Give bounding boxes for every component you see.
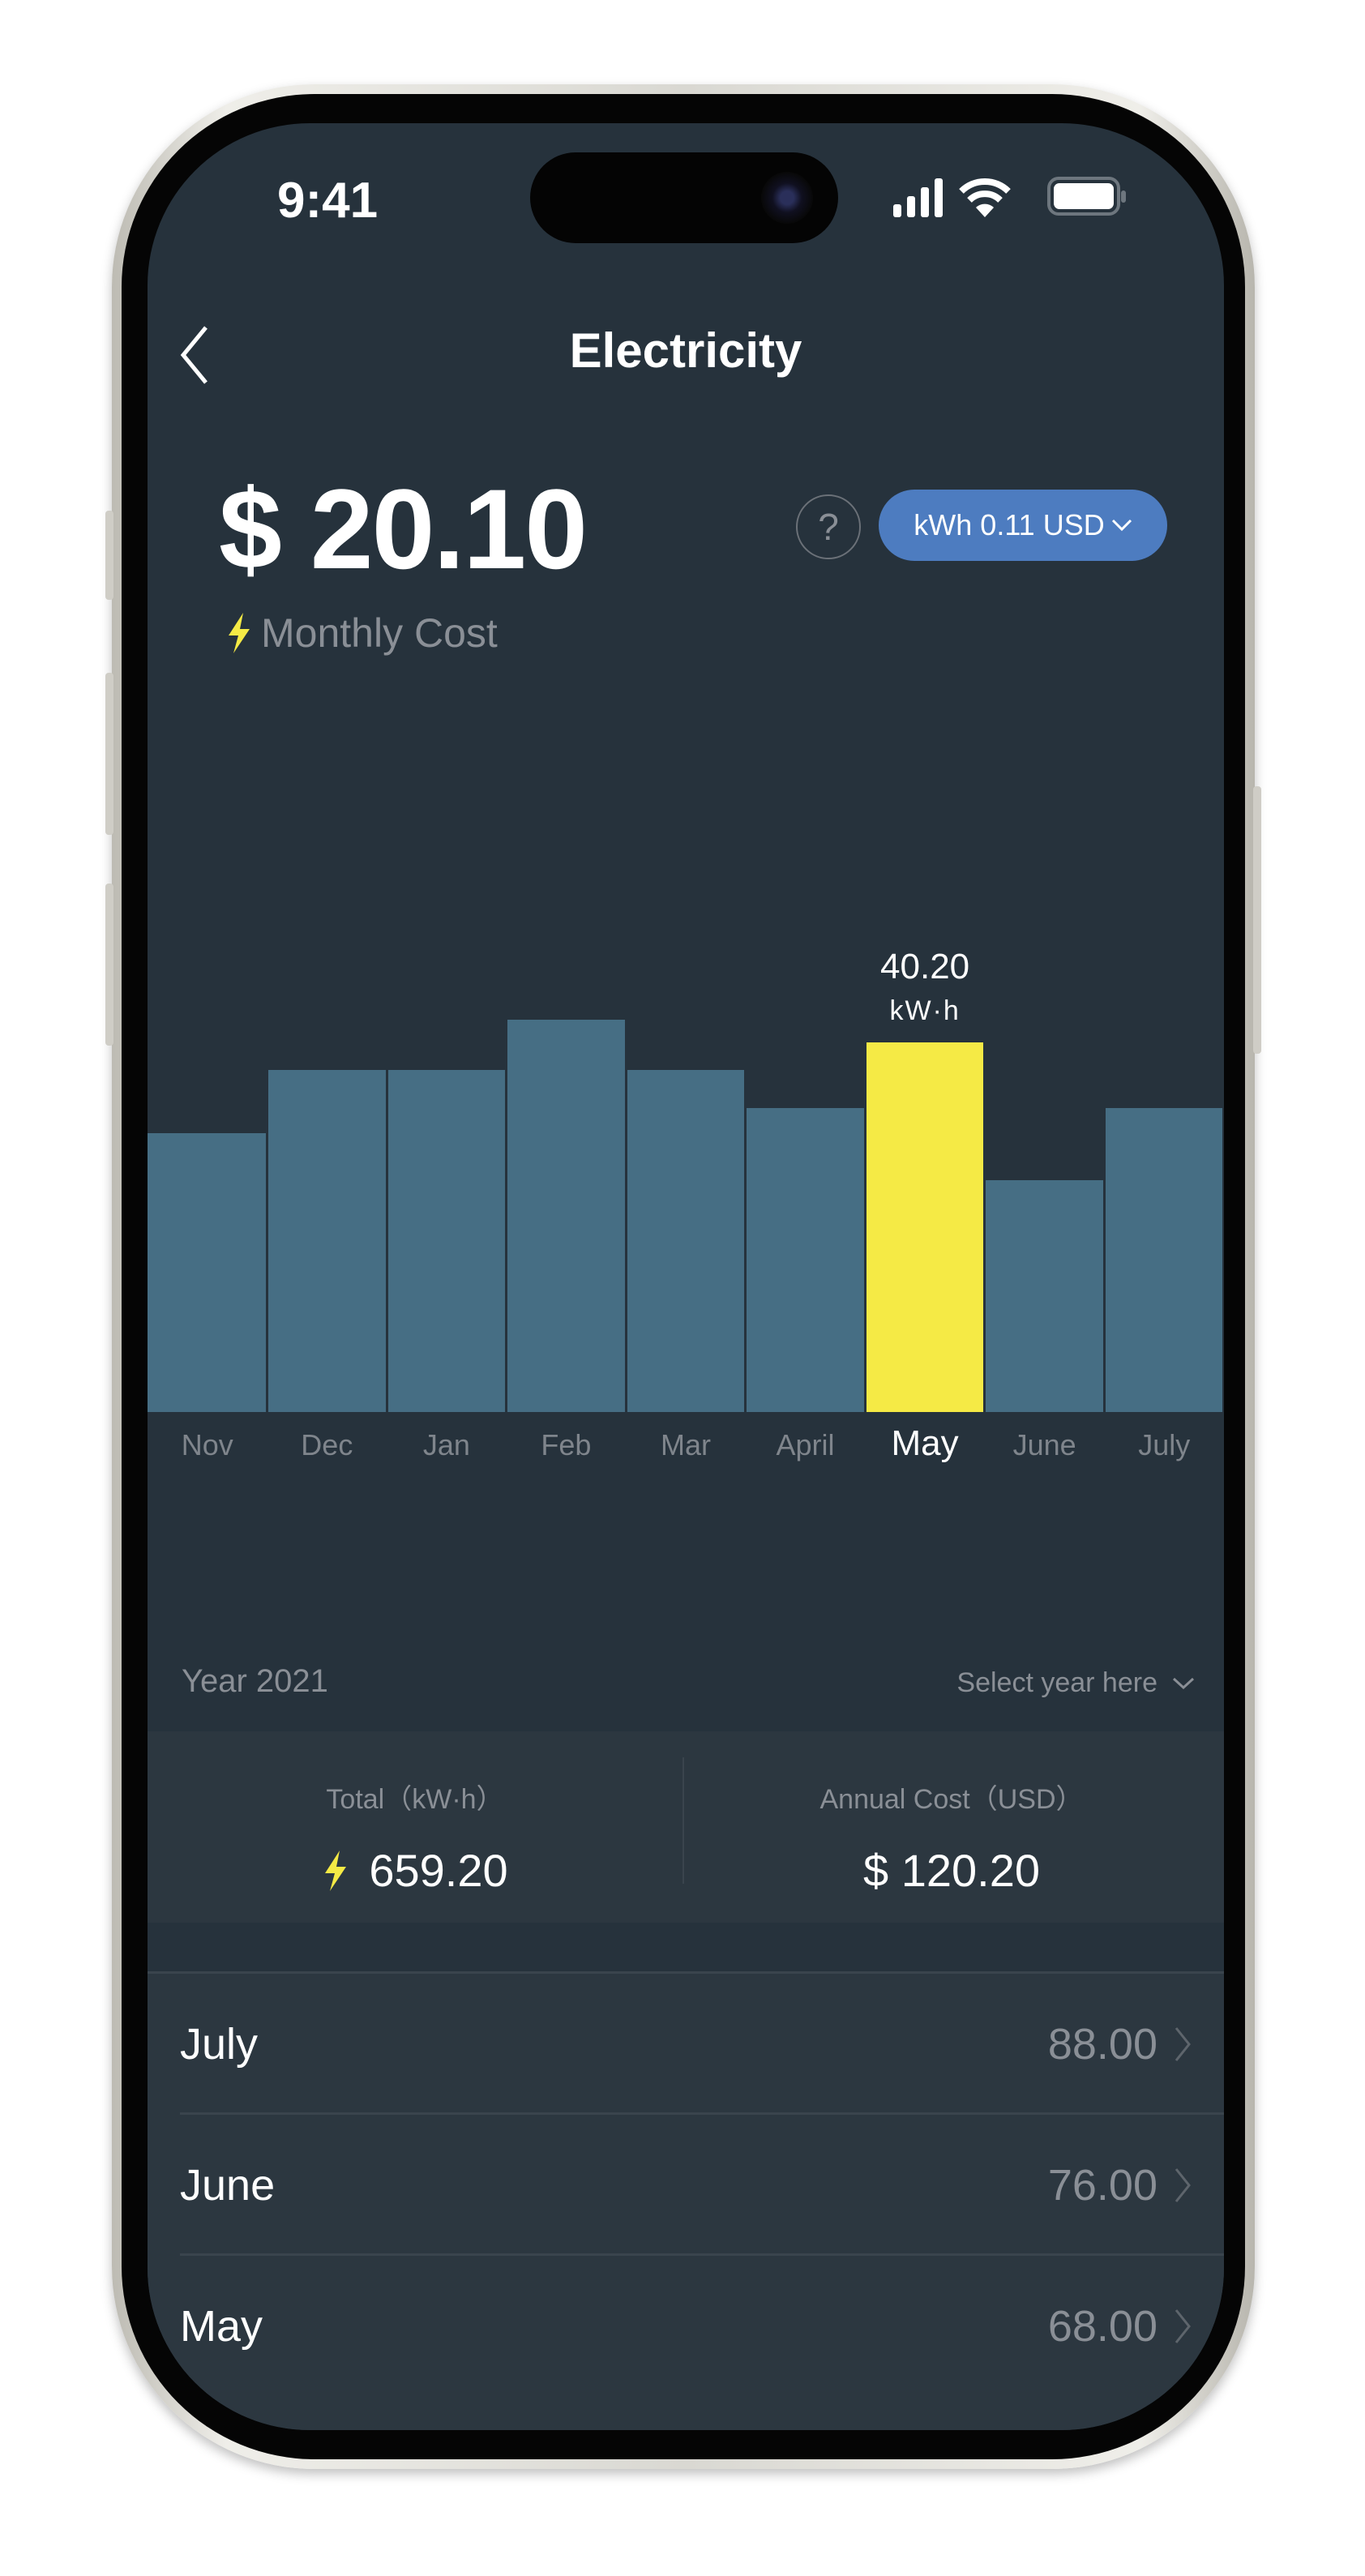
chevron-right-icon [1175, 2027, 1191, 2061]
month-tick-label[interactable]: Nov [148, 1428, 267, 1462]
month-tick-label[interactable]: Jan [387, 1428, 507, 1462]
list-item-value: 76.00 [1047, 2161, 1157, 2210]
list-item-month: May [180, 2302, 263, 2351]
bar-july[interactable] [1105, 1107, 1223, 1412]
annual-cost-value: $ 120.20 [863, 1845, 1040, 1896]
select-year-label: Select year here [956, 1667, 1157, 1698]
bar-may[interactable] [866, 1042, 984, 1412]
phone-action-button [105, 511, 113, 600]
month-tick-label[interactable]: July [1104, 1428, 1224, 1462]
monthly-list: July 88.00 June 76.00 May 68.00 [148, 1971, 1224, 2430]
bar-mar[interactable] [627, 1070, 745, 1412]
lightning-icon [325, 1850, 347, 1891]
list-item[interactable]: June 76.00 [148, 2115, 1224, 2256]
bar-june[interactable] [986, 1180, 1103, 1412]
bar-jan[interactable] [387, 1070, 506, 1412]
bar-dec[interactable] [268, 1070, 386, 1412]
month-tick-label[interactable]: Mar [626, 1428, 746, 1462]
bar-nov[interactable] [148, 1133, 267, 1412]
chevron-right-icon [1175, 2168, 1191, 2202]
annual-cost-block: Annual Cost（USD） $ 120.20 [684, 1777, 1219, 1897]
total-kwh-value: 659.20 [369, 1845, 508, 1896]
phone-volume-down [105, 884, 113, 1046]
phone-volume-up [105, 673, 113, 835]
chevron-down-icon [1172, 1677, 1195, 1689]
list-item[interactable]: July 88.00 [148, 1974, 1224, 2115]
phone-power-button [1253, 786, 1261, 1054]
month-tick-label[interactable]: Dec [267, 1428, 387, 1462]
month-tick-label[interactable]: Feb [507, 1428, 627, 1462]
month-tick-label[interactable]: April [746, 1428, 866, 1462]
select-year-dropdown[interactable]: Select year here [956, 1667, 1195, 1699]
chevron-right-icon [1175, 2309, 1191, 2343]
list-item-month: July [180, 2020, 259, 2069]
selected-value-label: 40.20 [880, 947, 970, 987]
list-item-month: June [180, 2161, 276, 2210]
total-kwh-block: Total（kW·h） 659.20 [148, 1777, 682, 1897]
usage-bar-chart: Nov Dec Jan Feb Mar April May 40.20 kW·h June July [148, 123, 1224, 1501]
month-tick-label[interactable]: June [985, 1428, 1105, 1462]
month-tick-label[interactable]: May [865, 1423, 985, 1464]
list-item[interactable]: May 68.00 [148, 2256, 1224, 2397]
list-item-value: 68.00 [1047, 2302, 1157, 2351]
annual-cost-label: Annual Cost（USD） [819, 1784, 1084, 1815]
bar-feb[interactable] [507, 1019, 625, 1412]
app-screen: 9:41 Electricity $ 20.10 Monthly Cost ? … [148, 123, 1224, 2430]
bar-april[interactable] [747, 1107, 864, 1412]
selected-unit-label: kW·h [889, 995, 961, 1027]
list-item-value: 88.00 [1047, 2020, 1157, 2069]
total-kwh-label: Total（kW·h） [326, 1784, 504, 1815]
year-label: Year 2021 [182, 1663, 328, 1699]
